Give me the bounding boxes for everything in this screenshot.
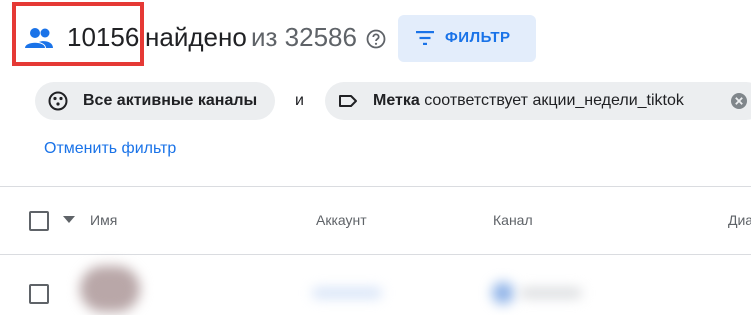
caret-down-icon[interactable]	[63, 216, 75, 224]
column-header-dialog[interactable]: Диа	[728, 212, 751, 228]
divider	[0, 254, 751, 255]
column-header-name[interactable]: Имя	[90, 212, 117, 228]
column-header-account[interactable]: Аккаунт	[316, 212, 367, 228]
filter-button-label: ФИЛЬТР	[445, 29, 511, 46]
filter-chip-active-channels[interactable]: Все активные каналы	[35, 82, 275, 120]
people-icon	[25, 28, 53, 48]
cancel-filter-link[interactable]: Отменить фильтр	[44, 140, 176, 158]
divider	[0, 186, 751, 187]
filter-connector: и	[295, 92, 304, 109]
row-checkbox[interactable]	[29, 284, 49, 304]
total-label: из 32586	[251, 22, 357, 52]
filter-list-icon	[416, 31, 434, 45]
chip-label: Все активные каналы	[83, 92, 258, 109]
label-tag-icon	[339, 95, 357, 107]
channel-cell	[520, 288, 582, 298]
found-label: найдено	[145, 22, 247, 52]
select-all-checkbox[interactable]	[29, 211, 49, 231]
channel-icon	[492, 282, 514, 304]
avatar	[80, 266, 140, 312]
results-count: 10156	[67, 22, 140, 52]
filter-button[interactable]: ФИЛЬТР	[398, 15, 536, 62]
help-circle-icon[interactable]	[366, 29, 386, 49]
account-cell[interactable]	[312, 288, 382, 298]
chip-label: Метка соответствует акции_недели_tiktok	[373, 92, 684, 109]
column-header-channel[interactable]: Канал	[493, 212, 533, 228]
filter-chip-label[interactable]: Метка соответствует акции_недели_tiktok	[325, 82, 751, 120]
close-icon[interactable]	[730, 92, 748, 110]
channels-icon	[48, 91, 68, 111]
results-header: 10156 найдено из 32586 ФИЛЬТР	[0, 0, 751, 78]
